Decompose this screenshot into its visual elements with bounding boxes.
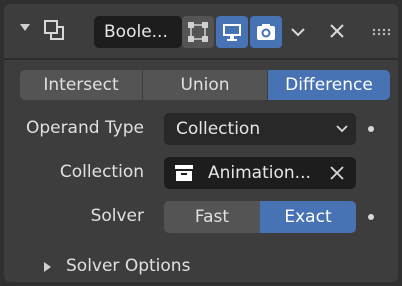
close-icon[interactable] <box>328 22 346 40</box>
header-divider <box>4 58 398 60</box>
solver-exact-button[interactable]: Exact <box>260 201 356 233</box>
operand-type-value: Collection <box>176 119 261 139</box>
viewport-display-toggle[interactable] <box>216 16 248 48</box>
modifier-header: Boole... <box>4 4 398 58</box>
drag-handle-icon[interactable] <box>372 28 392 36</box>
collection-label: Collection <box>59 162 144 182</box>
render-camera-icon <box>257 24 275 40</box>
keyframe-dot-icon[interactable] <box>368 214 374 220</box>
chevron-down-icon[interactable] <box>290 24 306 40</box>
expand-arrow-icon[interactable] <box>44 262 51 272</box>
solver-label: Solver <box>90 206 144 226</box>
modifier-name-field[interactable]: Boole... <box>94 16 182 48</box>
collection-value: Animation... <box>208 163 311 183</box>
clear-icon[interactable] <box>330 166 344 180</box>
modifier-type-icon <box>44 20 64 40</box>
keyframe-dot-icon[interactable] <box>368 126 374 132</box>
solver-options-subpanel[interactable]: Solver Options <box>66 256 190 276</box>
collection-icon <box>175 165 193 181</box>
chevron-down-icon <box>336 125 348 133</box>
operation-intersect-button[interactable]: Intersect <box>20 70 142 100</box>
collapse-arrow-icon[interactable] <box>20 24 30 31</box>
collection-field[interactable]: Animation... <box>164 157 356 189</box>
edit-mode-toggle[interactable] <box>182 16 214 48</box>
boolean-modifier-panel: Boole... Intersect Union Difference Oper… <box>4 4 398 282</box>
operand-type-label: Operand Type <box>25 118 144 138</box>
edit-mode-icon <box>188 22 208 42</box>
viewport-display-icon <box>223 24 241 41</box>
operand-type-dropdown[interactable]: Collection <box>164 113 356 145</box>
operation-union-button[interactable]: Union <box>143 70 267 100</box>
operation-difference-button[interactable]: Difference <box>268 70 390 100</box>
solver-fast-button[interactable]: Fast <box>164 201 260 233</box>
render-toggle[interactable] <box>250 16 282 48</box>
